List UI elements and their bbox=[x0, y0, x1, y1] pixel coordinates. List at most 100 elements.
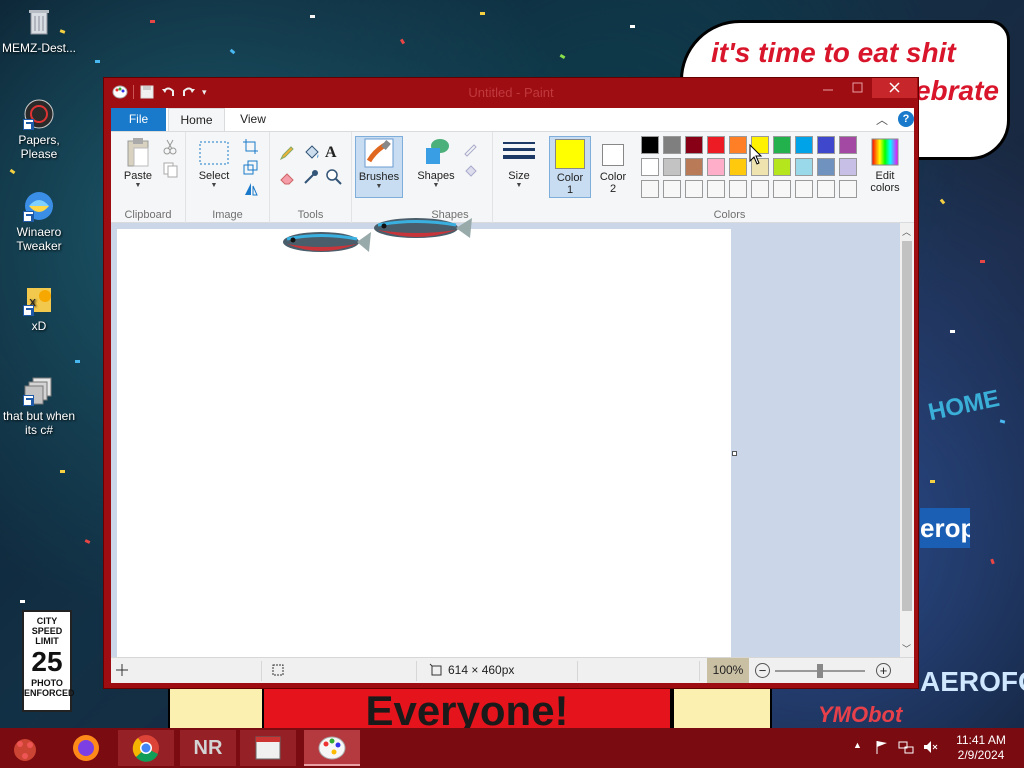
edit-colors-button[interactable]: Edit colors bbox=[861, 136, 909, 194]
scroll-up-icon[interactable]: ︿ bbox=[902, 225, 911, 238]
select-label: Select bbox=[198, 170, 230, 182]
maximize-button[interactable] bbox=[844, 78, 871, 98]
rotate-icon[interactable] bbox=[242, 180, 260, 198]
palette-swatch[interactable] bbox=[663, 180, 681, 198]
palette-swatch[interactable] bbox=[795, 180, 813, 198]
folder-stack-icon bbox=[23, 374, 55, 406]
palette-swatch[interactable] bbox=[729, 136, 747, 154]
close-button[interactable] bbox=[872, 78, 917, 98]
edit-colors-line1: Edit bbox=[875, 170, 895, 182]
palette-swatch[interactable] bbox=[663, 136, 681, 154]
taskbar-chrome[interactable] bbox=[118, 730, 174, 766]
desktop-icon-papers-please[interactable]: Papers, Please bbox=[0, 98, 78, 161]
sign-value: 25 bbox=[31, 646, 63, 677]
magnifier-icon[interactable] bbox=[325, 168, 343, 186]
tab-file[interactable]: File bbox=[111, 108, 166, 131]
sign-line4: PHOTO bbox=[31, 678, 63, 688]
desktop-icon-memz[interactable]: MEMZ-Dest... bbox=[0, 6, 78, 55]
tab-home[interactable]: Home bbox=[168, 108, 225, 131]
palette-swatch[interactable] bbox=[795, 136, 813, 154]
select-button[interactable]: Select ▼ bbox=[192, 136, 236, 189]
palette-swatch[interactable] bbox=[707, 158, 725, 176]
palette-swatch[interactable] bbox=[839, 136, 857, 154]
palette-swatch[interactable] bbox=[729, 180, 747, 198]
brush-icon bbox=[363, 137, 395, 169]
palette-swatch[interactable] bbox=[707, 180, 725, 198]
fill-bucket-icon[interactable] bbox=[302, 144, 320, 162]
palette-swatch[interactable] bbox=[751, 180, 769, 198]
taskbar-nr[interactable]: NR bbox=[180, 730, 236, 766]
size-button[interactable]: Size ▼ bbox=[499, 136, 539, 189]
group-label: Tools bbox=[297, 209, 324, 221]
group-colors: Color 1 Color 2 Edit colors Colors bbox=[545, 132, 914, 224]
copy-icon[interactable] bbox=[161, 160, 179, 178]
resize-handle-icon[interactable] bbox=[732, 451, 737, 456]
palette-swatch[interactable] bbox=[641, 180, 659, 198]
group-tools: A Tools bbox=[270, 132, 352, 224]
color-wheel-icon bbox=[869, 136, 901, 168]
palette-swatch[interactable] bbox=[817, 136, 835, 154]
show-hidden-icons-icon[interactable]: ▲ bbox=[853, 740, 862, 750]
taskbar-firefox[interactable] bbox=[58, 730, 114, 766]
zoom-in-icon[interactable]: + bbox=[876, 663, 891, 678]
network-icon[interactable] bbox=[898, 739, 914, 758]
palette-swatch[interactable] bbox=[817, 158, 835, 176]
palette-swatch[interactable] bbox=[839, 180, 857, 198]
desktop-icon-xd[interactable]: x xD bbox=[0, 284, 78, 333]
palette-swatch[interactable] bbox=[685, 180, 703, 198]
color1-button[interactable]: Color 1 bbox=[549, 136, 591, 198]
taskbar-paint[interactable] bbox=[304, 730, 360, 766]
palette-swatch[interactable] bbox=[641, 136, 659, 154]
taskbar-app[interactable] bbox=[240, 730, 296, 766]
clipboard-icon bbox=[122, 136, 154, 168]
palette-swatch[interactable] bbox=[663, 158, 681, 176]
crop-icon[interactable] bbox=[242, 138, 260, 156]
fish-sprite bbox=[366, 208, 476, 251]
tab-view[interactable]: View bbox=[229, 108, 277, 131]
start-button-icon[interactable] bbox=[10, 734, 40, 767]
paint-window[interactable]: ▾ Untitled - Paint File Home View ︿ ? Pa… bbox=[103, 77, 919, 689]
color2-button[interactable]: Color 2 bbox=[593, 136, 633, 195]
shape-fill-icon[interactable] bbox=[462, 162, 480, 180]
text-tool-icon[interactable]: A bbox=[325, 144, 343, 162]
minimize-button[interactable] bbox=[814, 78, 842, 98]
drawing-canvas[interactable] bbox=[117, 229, 731, 657]
scroll-down-icon[interactable]: ﹀ bbox=[902, 642, 911, 655]
palette-swatch[interactable] bbox=[685, 136, 703, 154]
desktop-icon-winaero[interactable]: Winaero Tweaker bbox=[0, 190, 78, 253]
vertical-scrollbar[interactable]: ︿ ﹀ bbox=[900, 223, 914, 657]
palette-swatch[interactable] bbox=[817, 180, 835, 198]
title-bar[interactable]: ▾ Untitled - Paint bbox=[104, 78, 918, 106]
palette-swatch[interactable] bbox=[773, 136, 791, 154]
palette-swatch[interactable] bbox=[839, 158, 857, 176]
palette-swatch[interactable] bbox=[773, 180, 791, 198]
desktop-icon-csharp[interactable]: that but when its c# bbox=[0, 374, 78, 437]
palette-swatch[interactable] bbox=[729, 158, 747, 176]
scroll-thumb[interactable] bbox=[902, 241, 912, 611]
color-picker-icon[interactable] bbox=[302, 168, 320, 186]
volume-muted-icon[interactable] bbox=[922, 739, 938, 758]
palette-swatch[interactable] bbox=[641, 158, 659, 176]
group-image: Select ▼ Image bbox=[186, 132, 270, 224]
resize-icon[interactable] bbox=[242, 159, 260, 177]
flag-icon[interactable] bbox=[874, 739, 890, 758]
outline-icon[interactable] bbox=[462, 140, 480, 158]
zoom-slider-thumb[interactable] bbox=[817, 664, 823, 678]
clock[interactable]: 11:41 AM 2/9/2024 bbox=[948, 733, 1014, 763]
clock-time: 11:41 AM bbox=[956, 733, 1006, 747]
banner-right-panel bbox=[672, 686, 772, 730]
shapes-button[interactable]: Shapes ▼ bbox=[414, 136, 458, 189]
paint-icon bbox=[318, 736, 346, 760]
zoom-out-icon[interactable]: − bbox=[755, 663, 770, 678]
palette-swatch[interactable] bbox=[795, 158, 813, 176]
pencil-icon[interactable] bbox=[278, 144, 296, 162]
collapse-ribbon-icon[interactable]: ︿ bbox=[876, 111, 888, 128]
eraser-icon[interactable] bbox=[278, 168, 296, 186]
palette-swatch[interactable] bbox=[707, 136, 725, 154]
brushes-button[interactable]: Brushes ▼ bbox=[355, 136, 403, 198]
palette-swatch[interactable] bbox=[773, 158, 791, 176]
help-icon[interactable]: ? bbox=[898, 111, 914, 127]
palette-swatch[interactable] bbox=[685, 158, 703, 176]
paste-button[interactable]: Paste ▼ bbox=[117, 136, 159, 189]
cut-icon[interactable] bbox=[161, 138, 179, 156]
